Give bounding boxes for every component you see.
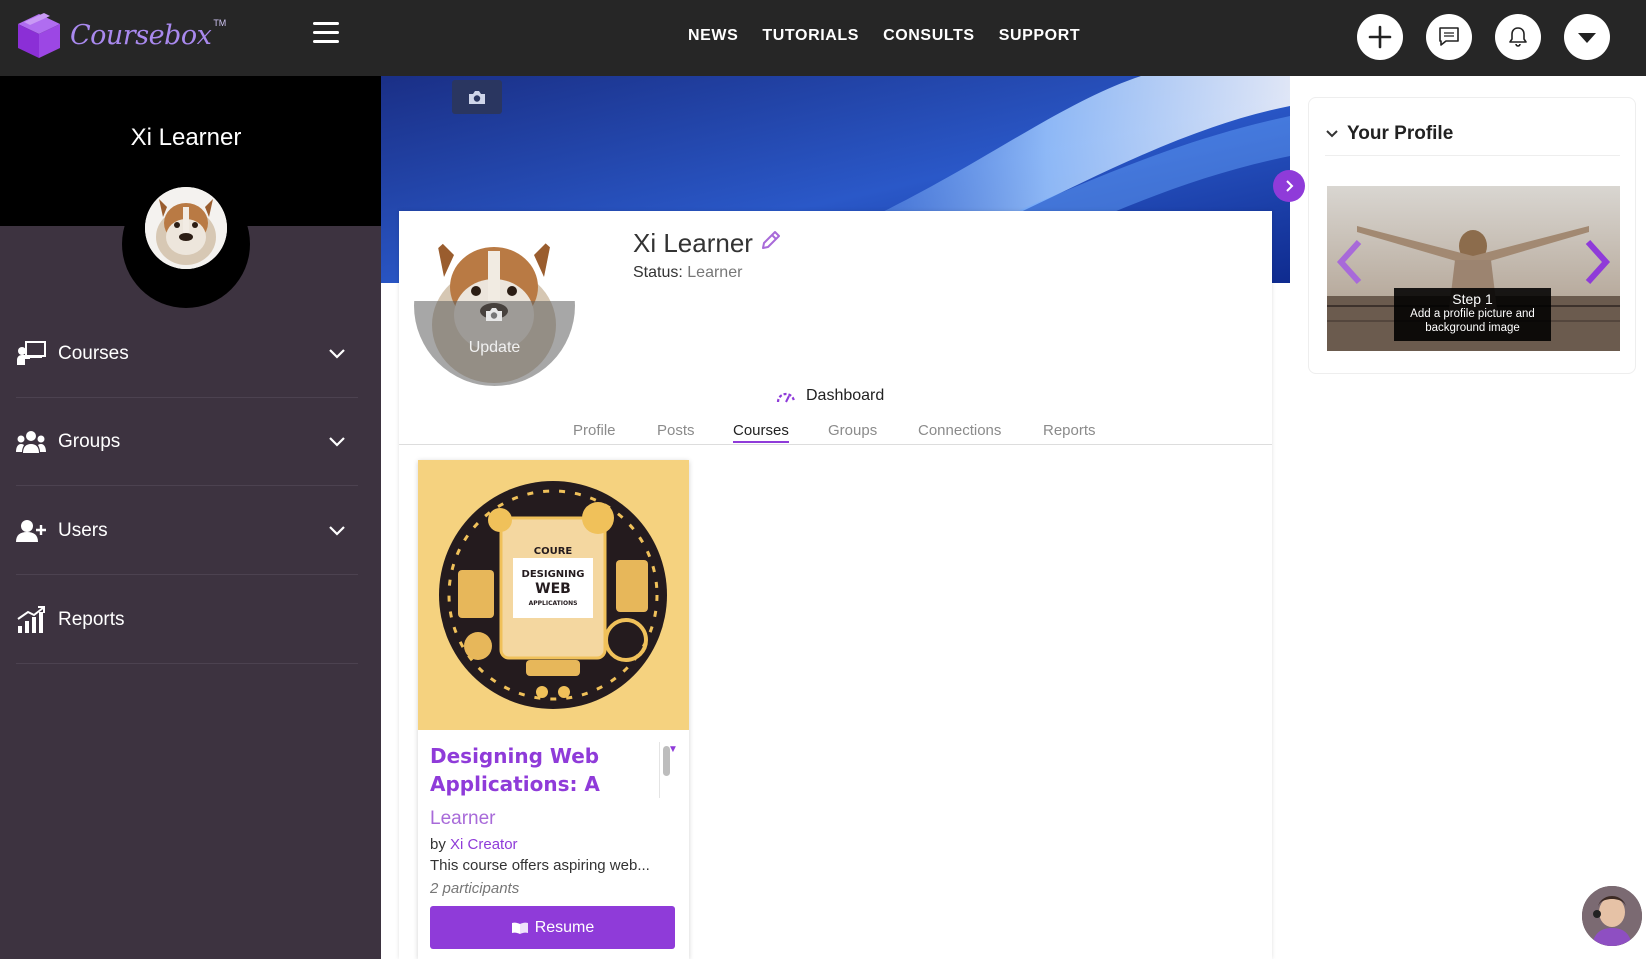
course-byline: by Xi Creator xyxy=(430,836,518,853)
image-text-designing: DESIGNING xyxy=(522,569,585,580)
chevron-down-icon xyxy=(1326,130,1338,138)
chat-icon xyxy=(1439,27,1459,46)
chevron-right-icon[interactable] xyxy=(1582,238,1612,286)
course-illustration-image: COURE DESIGNING WEB APPLICATIONS xyxy=(418,460,689,730)
users-icon xyxy=(16,517,46,545)
bell-icon xyxy=(1509,27,1527,47)
tab-courses[interactable]: Courses xyxy=(733,422,789,443)
assistant-avatar-image xyxy=(1582,886,1642,946)
sidebar-user-name: Xi Learner xyxy=(130,124,242,151)
sidebar-item-users[interactable]: Users xyxy=(16,487,358,575)
profile-tabs: Profile Posts Courses Groups Connections… xyxy=(399,420,1272,445)
tab-profile[interactable]: Profile xyxy=(573,422,616,439)
step-text: Add a profile picture and background ima… xyxy=(1410,308,1535,334)
onboarding-carousel: Step 1 Add a profile picture and backgro… xyxy=(1327,186,1620,351)
chevron-down-icon[interactable] xyxy=(328,525,346,537)
profile-status: Status: Learner xyxy=(633,264,742,282)
assistant-avatar[interactable] xyxy=(1580,884,1644,948)
carousel-caption: Step 1 Add a profile picture and backgro… xyxy=(1394,288,1551,341)
messages-button[interactable] xyxy=(1426,14,1472,60)
resume-button[interactable]: Resume xyxy=(430,906,675,949)
tab-posts[interactable]: Posts xyxy=(657,422,695,439)
top-nav: NEWS TUTORIALS CONSULTS SUPPORT xyxy=(688,27,1080,45)
title-scrollbar[interactable]: ▼ xyxy=(659,742,678,798)
course-thumbnail[interactable]: COURE DESIGNING WEB APPLICATIONS xyxy=(418,460,689,730)
sidebar-item-groups[interactable]: Groups xyxy=(16,398,358,486)
status-label: Status: xyxy=(633,264,683,281)
your-profile-panel: Your Profile Step 1 Add a profile pictur… xyxy=(1308,97,1636,374)
camera-icon xyxy=(469,90,485,104)
dashboard-label: Dashboard xyxy=(806,387,885,404)
dashboard-link[interactable]: Dashboard xyxy=(776,387,884,405)
top-bar: Coursebox TM NEWS TUTORIALS CONSULTS SUP… xyxy=(0,0,1646,76)
coursebox-logo[interactable]: Coursebox TM xyxy=(14,10,226,60)
your-profile-title: Your Profile xyxy=(1347,123,1454,144)
course-card: COURE DESIGNING WEB APPLICATIONS Designi… xyxy=(418,460,689,959)
profile-name: Xi Learner xyxy=(633,228,753,258)
image-text-coure: COURE xyxy=(534,546,573,557)
tab-reports[interactable]: Reports xyxy=(1043,422,1096,439)
cube-logo-icon xyxy=(18,13,60,58)
change-cover-button[interactable] xyxy=(452,80,502,114)
course-author-link[interactable]: Xi Creator xyxy=(450,836,518,853)
step-title: Step 1 xyxy=(1452,291,1493,307)
chevron-down-icon[interactable] xyxy=(328,436,346,448)
notifications-button[interactable] xyxy=(1495,14,1541,60)
chevron-right-icon xyxy=(1286,180,1294,192)
menu-toggle-button[interactable] xyxy=(313,22,339,44)
brand-name: Coursebox xyxy=(70,19,212,51)
reports-icon xyxy=(16,605,46,634)
chevron-left-icon[interactable] xyxy=(1335,238,1365,286)
sidebar-item-label: Groups xyxy=(58,430,121,452)
tab-groups[interactable]: Groups xyxy=(828,422,877,439)
course-participants: 2 participants xyxy=(430,880,520,897)
groups-icon xyxy=(16,428,46,456)
bulldog-profile-image xyxy=(414,225,575,386)
tab-connections[interactable]: Connections xyxy=(918,422,1001,439)
course-title[interactable]: Designing Web Applications: A Short xyxy=(430,742,656,798)
sidebar-item-reports[interactable]: Reports xyxy=(16,576,358,664)
nav-consults[interactable]: CONSULTS xyxy=(883,27,975,45)
resume-label: Resume xyxy=(534,918,595,936)
sidebar-item-courses[interactable]: Courses xyxy=(16,310,358,398)
gauge-icon xyxy=(776,392,796,403)
collapse-panel-button[interactable] xyxy=(1273,170,1305,202)
course-description: This course offers aspiring web... xyxy=(430,857,650,874)
sidebar-avatar[interactable] xyxy=(145,187,227,269)
user-menu-button[interactable] xyxy=(1564,14,1610,60)
image-text-applications: APPLICATIONS xyxy=(529,600,578,607)
bulldog-avatar-image xyxy=(145,187,227,269)
nav-tutorials[interactable]: TUTORIALS xyxy=(762,27,859,45)
sidebar-item-label: Courses xyxy=(58,342,129,364)
by-label: by xyxy=(430,836,446,853)
sidebar-item-label: Users xyxy=(58,519,108,541)
pencil-edit-icon[interactable] xyxy=(759,228,783,252)
image-text-web: WEB xyxy=(535,581,571,597)
camera-icon xyxy=(486,308,502,321)
your-profile-header[interactable]: Your Profile xyxy=(1325,113,1620,156)
sidebar-item-label: Reports xyxy=(58,608,125,630)
nav-news[interactable]: NEWS xyxy=(688,27,738,45)
book-open-icon xyxy=(511,922,528,934)
chevron-down-icon: ▼ xyxy=(668,744,678,755)
create-button[interactable] xyxy=(1357,14,1403,60)
plus-icon xyxy=(1368,25,1392,49)
profile-photo[interactable]: Update xyxy=(414,225,575,386)
sidebar: Xi Learner Courses Groups Users Reports xyxy=(0,76,381,959)
status-value: Learner xyxy=(687,264,743,281)
caret-down-icon xyxy=(1578,33,1596,43)
course-role: Learner xyxy=(430,808,496,829)
nav-support[interactable]: SUPPORT xyxy=(999,27,1081,45)
update-photo-label[interactable]: Update xyxy=(414,339,575,357)
courses-icon xyxy=(16,340,46,368)
trademark: TM xyxy=(213,18,227,28)
chevron-down-icon[interactable] xyxy=(328,348,346,360)
